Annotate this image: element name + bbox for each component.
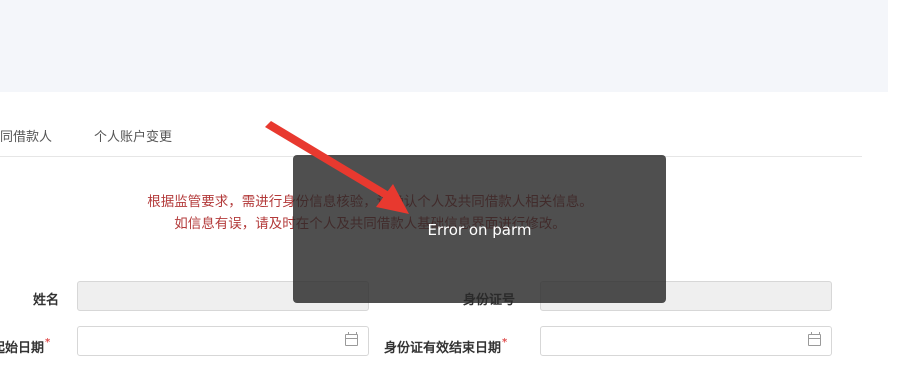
required-mark: * (502, 337, 508, 348)
start-date-label: 起始日期* (0, 337, 50, 356)
tab-personal-account-change[interactable]: 个人账户变更 (94, 126, 172, 145)
tab-co-borrower[interactable]: 同借款人 (0, 126, 52, 145)
tab-bar: 同借款人 个人账户变更 (0, 108, 862, 157)
error-toast: Error on parm (293, 155, 666, 303)
name-label: 姓名 (33, 293, 60, 308)
calendar-icon[interactable] (345, 332, 358, 346)
required-mark: * (45, 337, 51, 348)
end-date-label: 身份证有效结束日期* (384, 337, 507, 356)
start-date-label-text: 起始日期 (0, 341, 45, 356)
top-banner (0, 0, 888, 92)
error-toast-message: Error on parm (427, 221, 532, 239)
end-date-field[interactable] (540, 326, 832, 356)
end-date-label-text: 身份证有效结束日期 (384, 341, 502, 356)
start-date-field[interactable] (77, 326, 369, 356)
calendar-icon[interactable] (808, 332, 821, 346)
